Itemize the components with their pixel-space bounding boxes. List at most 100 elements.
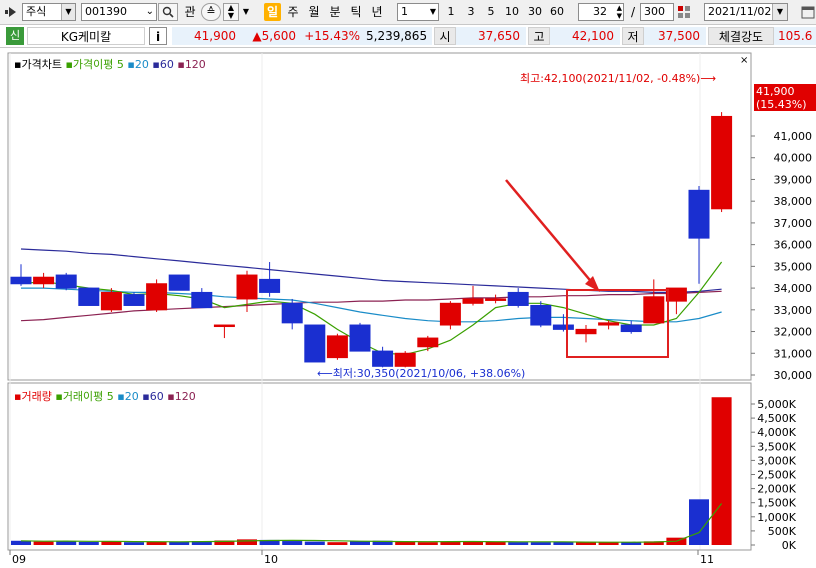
volume-bar xyxy=(146,541,167,545)
volume-y-tick-label: 0K xyxy=(782,539,797,552)
volume-bar xyxy=(417,542,438,545)
candle-body xyxy=(213,324,235,328)
candle-body xyxy=(33,276,55,285)
candle-body xyxy=(598,322,620,326)
candle-body xyxy=(123,294,145,306)
toggle-icon[interactable]: ≙ xyxy=(201,3,221,21)
count-5-button[interactable]: 5 xyxy=(484,3,498,21)
candle-body xyxy=(394,352,416,367)
volume-bar xyxy=(124,542,144,545)
period-month-button[interactable]: 월 xyxy=(306,3,322,21)
chart-area[interactable]: 41,000 40,000 39,000 38,000 37,000 36,000 35,0… xyxy=(0,48,816,568)
search-button[interactable] xyxy=(158,3,178,21)
chevron-down-icon[interactable]: ▼ xyxy=(241,3,251,21)
price-y-tick-label: 40,000 xyxy=(774,152,813,165)
price-y-tick-label: 33,000 xyxy=(774,304,813,317)
candle-body xyxy=(10,276,32,285)
spin-icon[interactable]: ▲ ▼ xyxy=(617,4,622,20)
candle-body xyxy=(146,283,168,311)
date-input[interactable]: 2021/11/02 ▼ xyxy=(704,3,788,21)
close-icon[interactable]: × xyxy=(740,56,750,66)
count-60-button[interactable]: 60 xyxy=(548,3,566,21)
volume-bar xyxy=(689,499,709,545)
chevron-down-icon[interactable]: ▼ xyxy=(61,4,75,20)
candle-body xyxy=(55,274,77,289)
candle-body xyxy=(304,324,326,363)
candle-body xyxy=(507,291,529,306)
chart-canvas[interactable]: 41,000 40,000 39,000 38,000 37,000 36,000 35,0… xyxy=(0,48,816,568)
candle-body xyxy=(439,302,461,326)
candle-body xyxy=(643,296,665,324)
volume-legend-ma120: 120 xyxy=(174,390,196,403)
volume-panel xyxy=(7,382,752,551)
price-y-tick-label: 38,000 xyxy=(774,195,813,208)
volume-y-tick-label: 1,000K xyxy=(757,511,796,524)
count-10-button[interactable]: 10 xyxy=(503,3,521,21)
price-y-tick-label: 39,000 xyxy=(774,173,813,186)
chart-toolbar: 주식 ▼ 001390 ⌄ 관 ≙ ▲ ▼ ▼ 일 주 월 분 틱 년 1 ▼ 1… xyxy=(0,0,816,25)
price-y-tick-label: 37,000 xyxy=(774,217,813,230)
period-tick-button[interactable]: 틱 xyxy=(348,3,364,21)
volume-legend-title: 거래량 xyxy=(21,390,52,403)
display-count-input[interactable]: 32 ▲ ▼ xyxy=(578,3,624,21)
candle-body xyxy=(417,337,439,348)
candle-body xyxy=(552,324,574,330)
price-change: ▲5,600 xyxy=(242,27,302,45)
volume-bar xyxy=(78,541,99,545)
x-axis-label: 09 xyxy=(12,553,26,566)
price-y-tick-label: 31,000 xyxy=(774,347,813,360)
candle-body xyxy=(168,274,190,291)
open-label: 시 xyxy=(434,27,456,45)
info-button[interactable]: i xyxy=(149,27,167,45)
period-day-button[interactable]: 일 xyxy=(264,3,281,21)
volume-legend-ma60: 60 xyxy=(149,390,164,403)
quote-bar: 신 KG케미칼 i 41,900 ▲5,600 +15.43% 5,239,86… xyxy=(0,25,816,48)
volume-legend-ma20: 20 xyxy=(124,390,139,403)
volume-bar xyxy=(395,541,416,545)
volume-bar xyxy=(304,541,325,545)
candle-body xyxy=(372,350,394,367)
candle-body xyxy=(100,291,122,311)
strength-label: 체결강도 xyxy=(708,27,774,45)
candle-body xyxy=(236,274,258,300)
volume-y-tick-label: 4,500K xyxy=(757,412,796,425)
calendar-icon[interactable] xyxy=(800,3,816,21)
price-change-pct: +15.43% xyxy=(302,27,366,45)
candle-body xyxy=(462,298,484,304)
kwan-button[interactable]: 관 xyxy=(181,3,199,21)
code-input[interactable]: 001390 ⌄ xyxy=(81,3,157,21)
price-y-tick-label: 30,000 xyxy=(774,369,813,382)
search-icon xyxy=(162,6,174,18)
price-y-tick-label: 35,000 xyxy=(774,260,813,273)
code-value: 001390 xyxy=(85,5,127,18)
candle-body xyxy=(485,298,507,301)
chevron-down-icon[interactable]: ⌄ xyxy=(146,4,154,20)
count-1-button[interactable]: 1 xyxy=(444,3,458,21)
volume-bar xyxy=(530,542,551,545)
candle-body xyxy=(665,287,687,302)
count-30-button[interactable]: 30 xyxy=(526,3,544,21)
chevron-down-icon[interactable]: ▼ xyxy=(430,4,436,20)
high-value: 42,100 xyxy=(550,27,620,45)
arrow-right-icon[interactable] xyxy=(5,6,17,18)
period-minute-button[interactable]: 분 xyxy=(327,3,343,21)
price-y-tick-label: 32,000 xyxy=(774,326,813,339)
count-3-button[interactable]: 3 xyxy=(464,3,478,21)
candle-body xyxy=(620,324,642,333)
volume-bar xyxy=(711,397,732,545)
high-note: 최고:42,100(2021/11/02, -0.48%)⟶ xyxy=(520,72,716,85)
volume-legend-ma5: 거래이평 5 xyxy=(62,390,114,403)
volume-bar xyxy=(485,541,506,545)
grid-icon[interactable] xyxy=(676,3,692,21)
volume-legend: ▪거래량 ▪거래이평 5 ▪20 ▪60 ▪120 xyxy=(14,390,196,403)
candle-body xyxy=(281,302,303,324)
volume-bar xyxy=(282,541,303,545)
chevron-down-icon[interactable]: ▼ xyxy=(772,4,787,20)
up-down-stepper[interactable]: ▲ ▼ xyxy=(223,3,239,21)
total-count-input[interactable]: 300 xyxy=(640,3,674,21)
period-week-button[interactable]: 주 xyxy=(285,3,301,21)
period-year-button[interactable]: 년 xyxy=(369,3,385,21)
market-select[interactable]: 주식 ▼ xyxy=(22,3,76,21)
interval-select[interactable]: 1 ▼ xyxy=(397,3,439,21)
low-label: 저 xyxy=(622,27,644,45)
